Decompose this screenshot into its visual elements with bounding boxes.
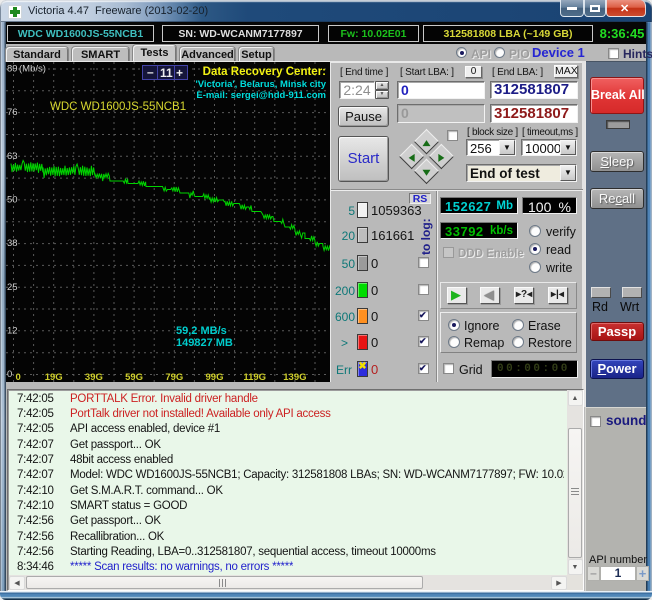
svg-text:0: 0: [16, 372, 21, 382]
svg-text:59,2 MB/s: 59,2 MB/s: [176, 325, 227, 337]
svg-text:63: 63: [7, 151, 18, 162]
svg-text:25: 25: [7, 282, 18, 293]
svg-text:139G: 139G: [283, 372, 306, 382]
svg-text:38: 38: [7, 238, 18, 249]
svg-text:79G: 79G: [165, 372, 183, 382]
svg-text:WDC WD1600JS-55NCB1: WDC WD1600JS-55NCB1: [50, 101, 186, 113]
svg-text:39G: 39G: [85, 372, 103, 382]
svg-text:50: 50: [7, 194, 18, 205]
svg-text:12: 12: [7, 325, 18, 336]
svg-text:99G: 99G: [206, 372, 224, 382]
svg-text:149827 MB: 149827 MB: [176, 337, 233, 349]
svg-text:'Victoria', Belarus, Minsk cit: 'Victoria', Belarus, Minsk city: [195, 79, 326, 90]
svg-text:(Mb/s): (Mb/s): [19, 64, 46, 75]
svg-text:0: 0: [7, 369, 12, 380]
svg-text:E-mail: sergei@hdd-911.com: E-mail: sergei@hdd-911.com: [196, 90, 326, 101]
svg-text:89: 89: [7, 64, 18, 75]
svg-text:119G: 119G: [243, 372, 266, 382]
svg-text:19G: 19G: [45, 372, 63, 382]
svg-text:Data Recovery Center:: Data Recovery Center:: [203, 66, 326, 78]
svg-text:59G: 59G: [125, 372, 143, 382]
svg-text:76: 76: [7, 107, 18, 118]
